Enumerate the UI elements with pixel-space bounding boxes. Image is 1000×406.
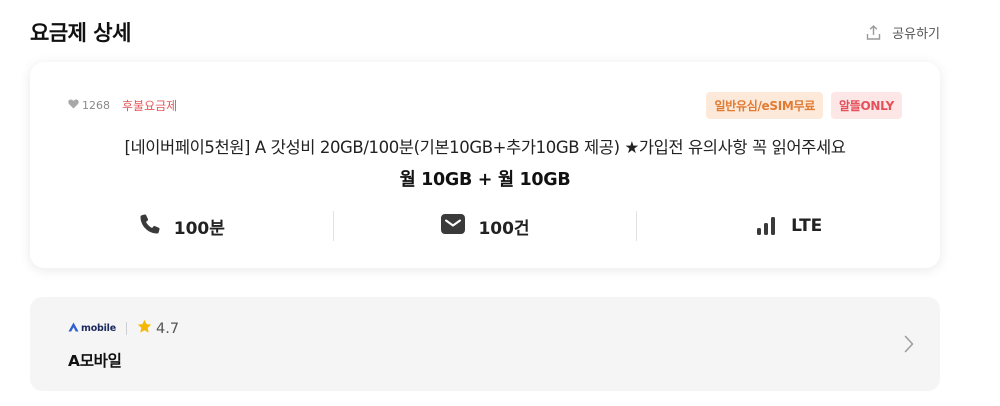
carrier-logo-mark-icon: [68, 322, 79, 335]
spec-message: 100건: [334, 212, 637, 241]
plan-data-amount: 월 10GB + 월 10GB: [399, 170, 571, 190]
plan-specs: 100분 100건 LTE: [30, 208, 940, 244]
plan-badges: 일반유심/eSIM무료 알뜰ONLY: [706, 91, 902, 119]
plan-card: 1268 후불요금제 일반유심/eSIM무료 알뜰ONLY [네이버페이5천원]…: [30, 62, 940, 268]
message-icon: [440, 212, 466, 241]
spec-message-value: 100건: [478, 218, 530, 239]
plan-name: [네이버페이5천원] A 갓성비 20GB/100분(기본10GB+추가10GB…: [124, 138, 846, 157]
page: 요금제 상세 공유하기 1268 후불요금제 일반유심/eSIM무료 알뜰ONL…: [0, 0, 1000, 406]
spec-voice: 100분: [30, 212, 333, 241]
share-button[interactable]: 공유하기: [865, 23, 940, 42]
share-label: 공유하기: [892, 26, 940, 42]
carrier-logo: mobile: [68, 322, 116, 335]
phone-icon: [138, 212, 162, 241]
spec-network: LTE: [637, 212, 940, 241]
like-count-value: 1268: [82, 98, 110, 112]
heart-icon: [68, 98, 79, 112]
page-title: 요금제 상세: [30, 21, 131, 45]
star-icon: [137, 319, 152, 338]
share-icon: [865, 24, 882, 41]
like-count[interactable]: 1268: [68, 99, 110, 112]
mvno-only-badge: 알뜰ONLY: [831, 91, 902, 119]
spec-voice-value: 100분: [173, 218, 225, 239]
carrier-divider: [125, 322, 127, 335]
signal-icon: [755, 212, 779, 241]
page-header: 요금제 상세 공유하기: [30, 16, 940, 48]
plan-meta: 1268 후불요금제: [68, 97, 177, 114]
carrier-meta: mobile 4.7: [68, 319, 179, 338]
chevron-right-icon[interactable]: [904, 335, 914, 357]
spec-network-value: LTE: [791, 216, 823, 236]
usim-badge: 일반유심/eSIM무료: [706, 91, 823, 119]
carrier-logo-text: mobile: [81, 323, 116, 334]
carrier-name: A모바일: [68, 352, 122, 370]
carrier-rating-value: 4.7: [155, 320, 180, 337]
plan-card-top: 1268 후불요금제 일반유심/eSIM무료 알뜰ONLY: [68, 91, 902, 119]
carrier-rating: 4.7: [137, 319, 179, 338]
plan-type-label: 후불요금제: [122, 98, 178, 113]
carrier-card[interactable]: mobile 4.7 A모바일: [30, 297, 940, 391]
